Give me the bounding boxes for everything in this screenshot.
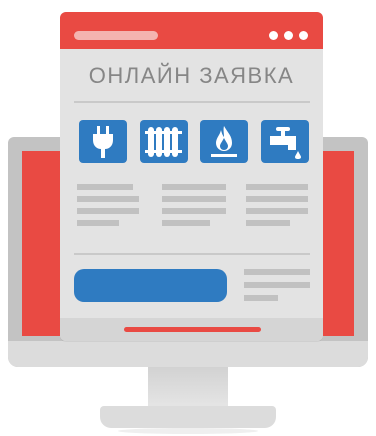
placeholder-line	[246, 184, 308, 190]
water-tap-icon	[270, 126, 301, 159]
gas-service-button[interactable]	[200, 120, 248, 163]
placeholder-line	[246, 196, 308, 202]
placeholder-line	[244, 295, 278, 301]
monitor-stand-neck	[148, 367, 228, 409]
electric-plug-icon	[93, 125, 113, 158]
window-dot-icon[interactable]	[269, 31, 278, 40]
electricity-service-button[interactable]	[79, 120, 127, 163]
placeholder-line	[77, 184, 133, 190]
submit-button[interactable]	[74, 269, 227, 302]
placeholder-line	[244, 269, 310, 275]
placeholder-line	[244, 282, 310, 288]
placeholder-line	[162, 208, 226, 214]
divider	[74, 253, 310, 255]
monitor-base-shadow	[118, 428, 258, 434]
placeholder-line	[162, 184, 226, 190]
window-dot-icon[interactable]	[284, 31, 293, 40]
placeholder-line	[246, 220, 290, 226]
monitor-stand-base	[100, 406, 276, 428]
address-bar	[74, 31, 158, 40]
gas-flame-icon	[211, 125, 237, 157]
monitor-chin	[8, 341, 368, 367]
placeholder-line	[77, 196, 139, 202]
placeholder-line	[77, 220, 119, 226]
water-service-button[interactable]	[261, 120, 309, 163]
placeholder-line	[77, 208, 139, 214]
placeholder-line	[162, 220, 210, 226]
placeholder-line	[246, 208, 308, 214]
heating-service-button[interactable]	[140, 120, 188, 163]
window-dot-icon[interactable]	[299, 31, 308, 40]
placeholder-line	[162, 196, 226, 202]
radiator-icon	[145, 126, 182, 157]
divider	[74, 101, 310, 103]
page-title: ОНЛАЙН ЗАЯВКА	[88, 63, 295, 88]
footer-bar	[124, 327, 261, 332]
